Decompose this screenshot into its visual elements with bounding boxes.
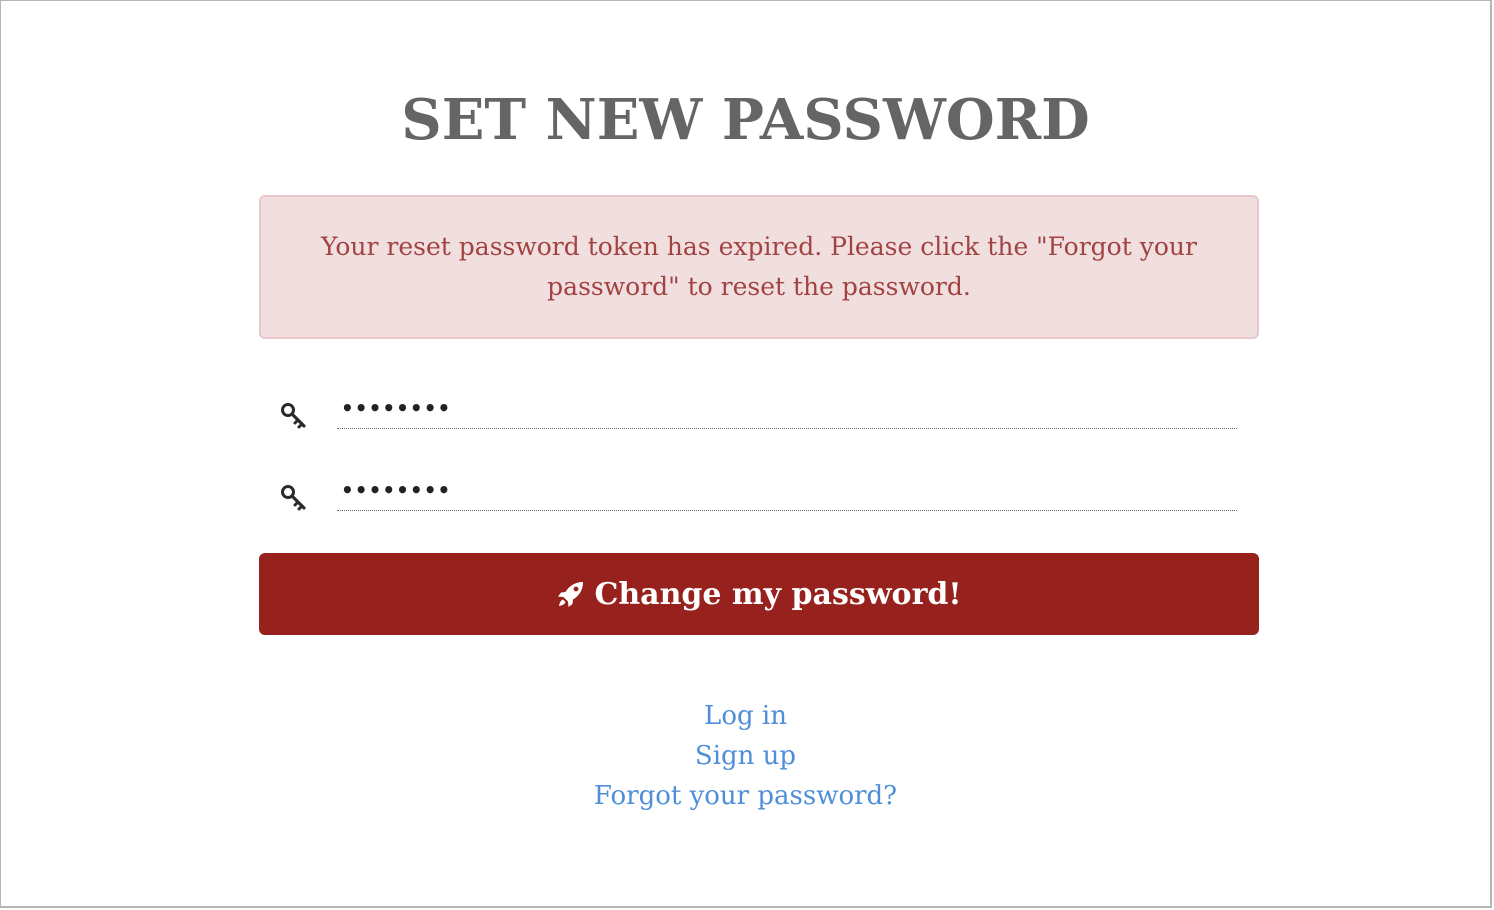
password-confirmation-field-row xyxy=(259,469,1259,519)
error-alert-message: Your reset password token has expired. P… xyxy=(321,232,1197,301)
change-password-button[interactable]: Change my password! xyxy=(259,553,1259,635)
page-title: SET NEW PASSWORD xyxy=(401,87,1090,153)
auth-links: Log in Sign up Forgot your password? xyxy=(1,696,1490,816)
password-field-row xyxy=(259,387,1259,437)
password-confirmation-input[interactable] xyxy=(337,469,1237,511)
error-alert: Your reset password token has expired. P… xyxy=(259,195,1259,339)
change-password-button-label: Change my password! xyxy=(594,576,962,612)
forgot-password-link[interactable]: Forgot your password? xyxy=(594,776,897,816)
signup-link[interactable]: Sign up xyxy=(695,736,796,776)
key-icon xyxy=(281,403,306,429)
password-input[interactable] xyxy=(337,387,1237,429)
login-link[interactable]: Log in xyxy=(704,696,787,736)
rocket-icon xyxy=(558,582,584,607)
key-icon xyxy=(281,485,306,511)
page-frame: SET NEW PASSWORD Your reset password tok… xyxy=(0,0,1492,908)
